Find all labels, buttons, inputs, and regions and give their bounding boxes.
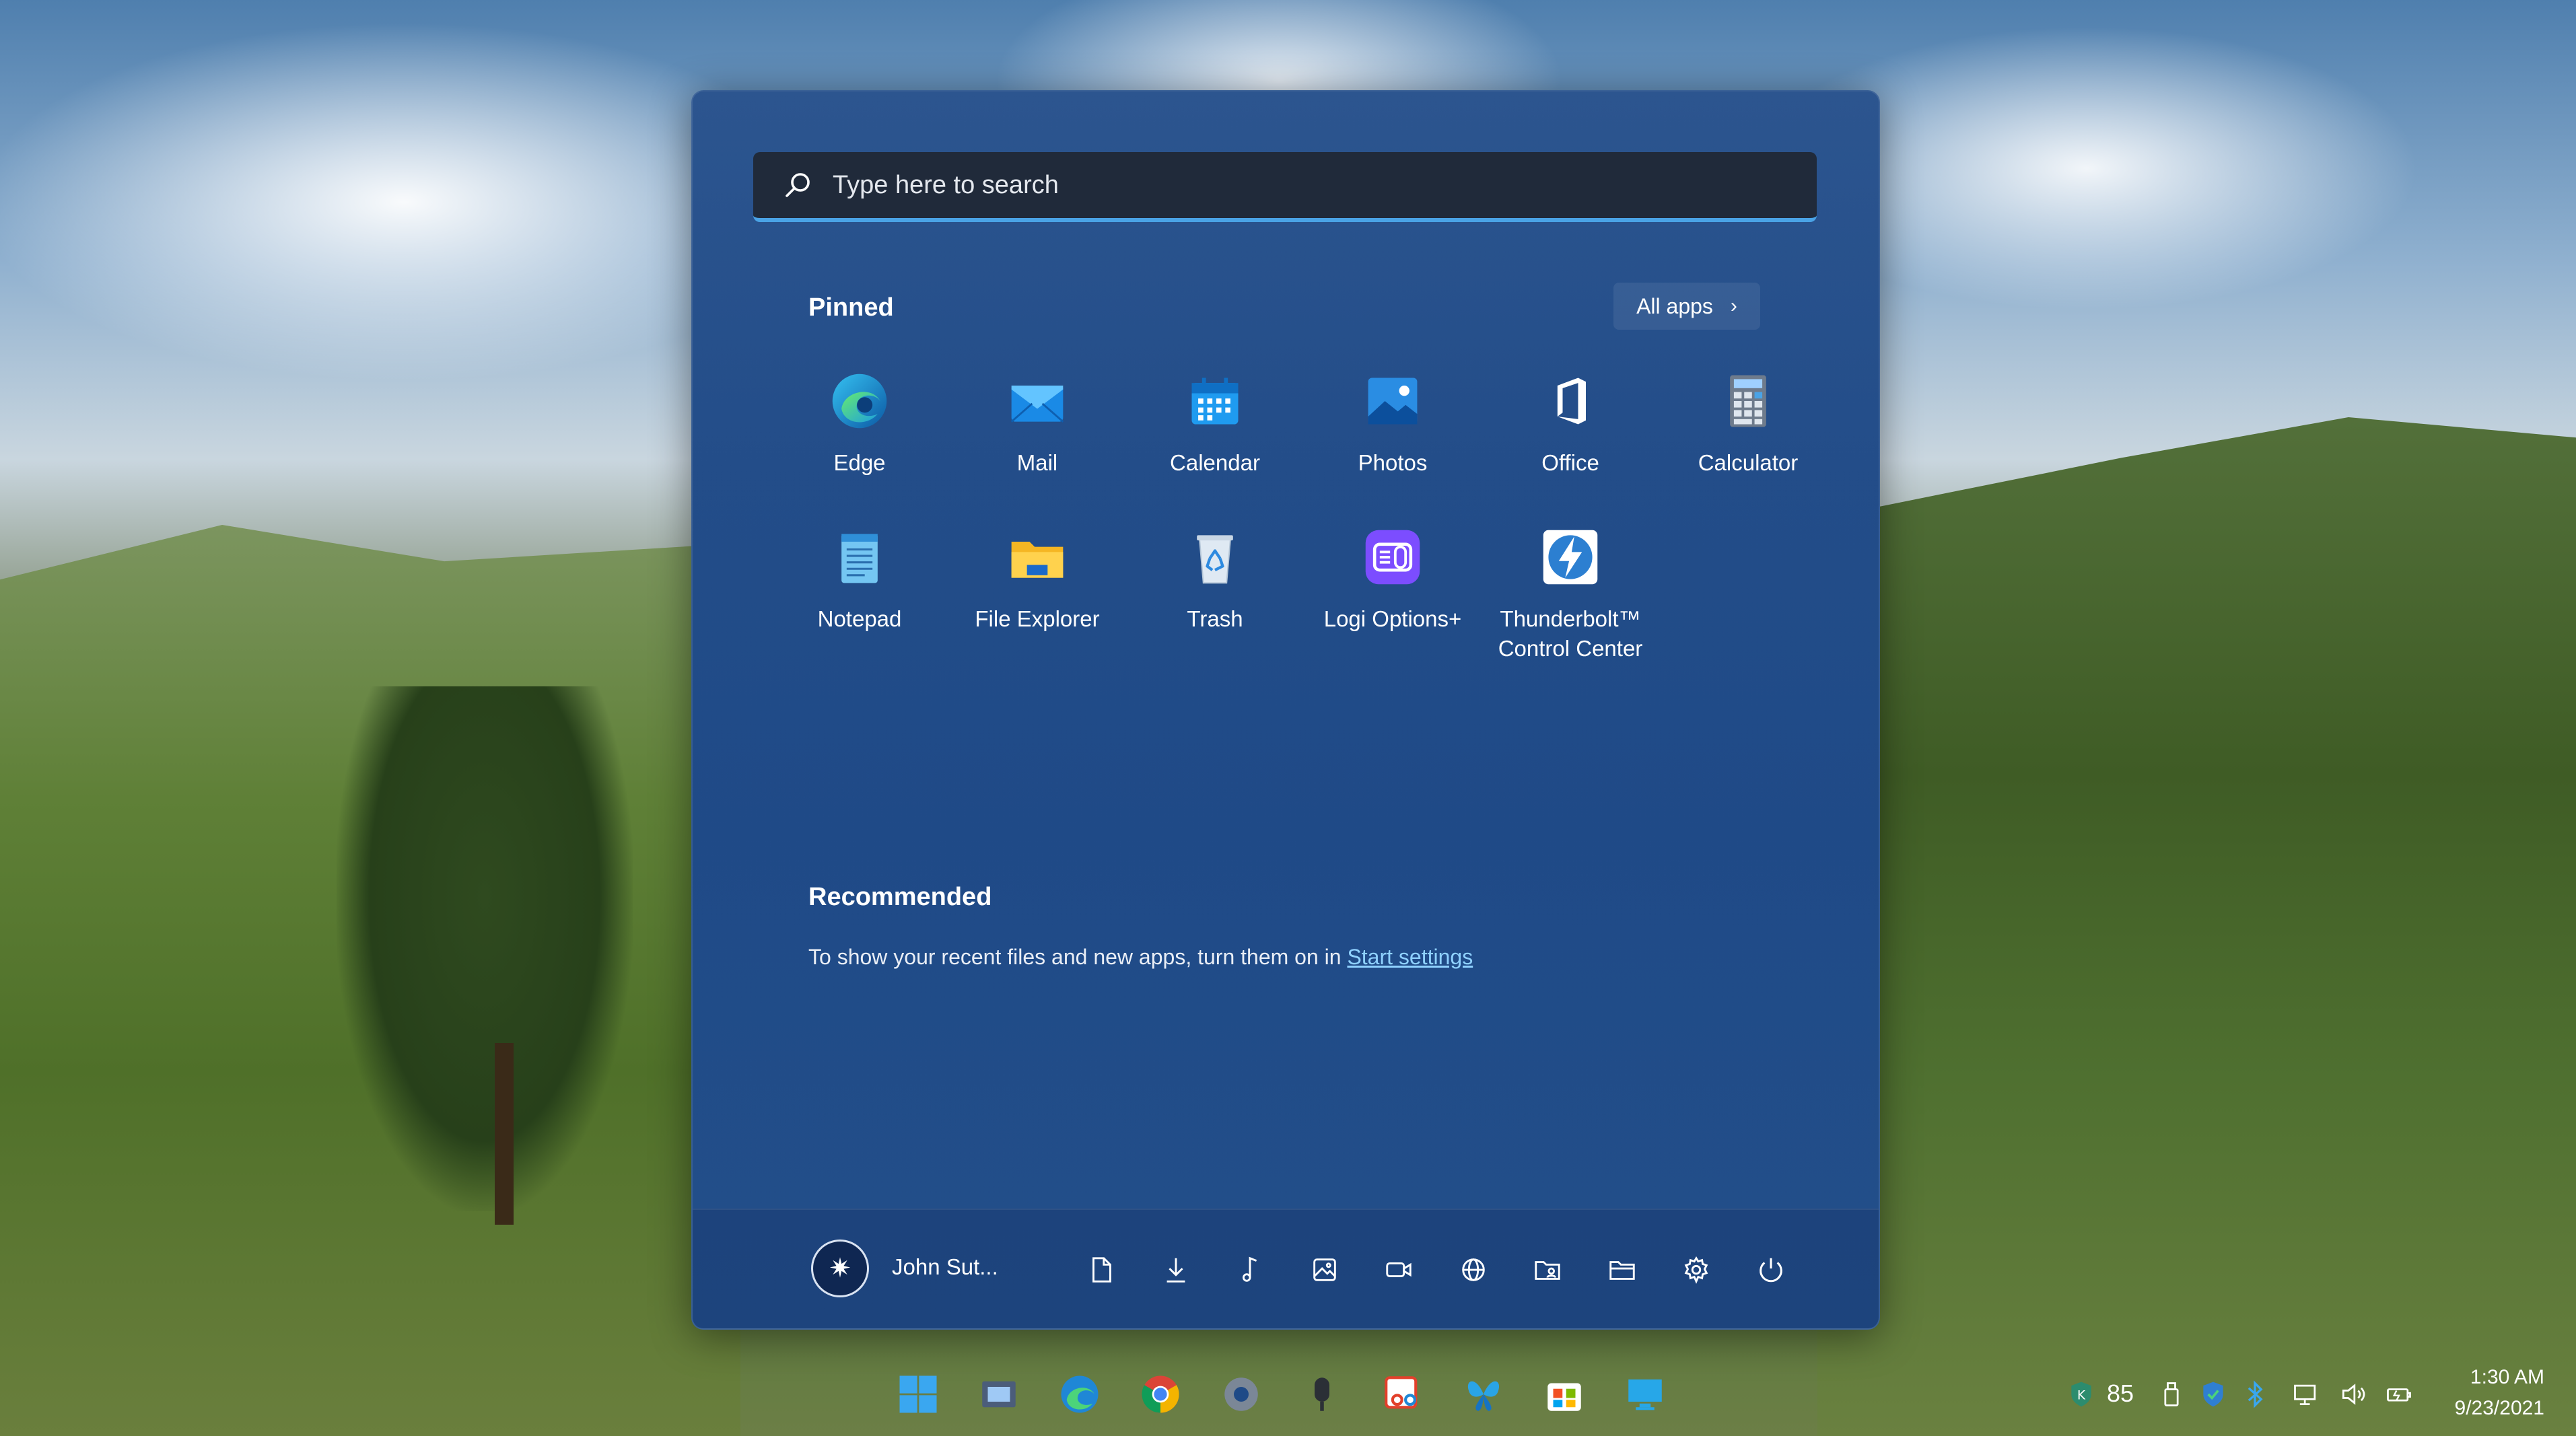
notepad-icon xyxy=(827,525,892,589)
pinned-app-file-explorer[interactable]: File Explorer xyxy=(948,525,1126,673)
photos-icon xyxy=(1360,369,1425,433)
tray-count-text: 85 xyxy=(2107,1379,2134,1407)
app-label: Calendar xyxy=(1170,450,1260,475)
app-label: Calculator xyxy=(1698,450,1799,475)
app-label: Mail xyxy=(1016,450,1058,475)
chevron-right-icon: › xyxy=(1730,295,1737,317)
downloads-icon[interactable] xyxy=(1152,1246,1199,1293)
recommended-title: Recommended xyxy=(808,883,992,911)
pinned-app-trash[interactable]: Trash xyxy=(1126,525,1304,673)
documents-icon[interactable] xyxy=(1078,1246,1125,1293)
folder-icon xyxy=(1005,525,1070,589)
snipping-tool-icon[interactable] xyxy=(1374,1366,1431,1423)
start-icon[interactable] xyxy=(890,1366,946,1423)
start-settings-link[interactable]: Start settings xyxy=(1347,945,1473,969)
app-label: Notepad xyxy=(817,606,902,631)
taskbar xyxy=(0,1354,2576,1436)
volume-icon[interactable] xyxy=(2336,1377,2371,1412)
mail-icon xyxy=(1005,369,1070,433)
pictures-icon[interactable] xyxy=(1301,1246,1348,1293)
app-label: Trash xyxy=(1187,606,1243,631)
microphone-icon[interactable] xyxy=(1294,1366,1350,1423)
clock-time[interactable]: 1:30 AM xyxy=(2450,1366,2544,1389)
pinned-app-calendar[interactable]: Calendar xyxy=(1126,369,1304,517)
butterfly-app-icon[interactable] xyxy=(1455,1366,1512,1423)
settings-icon[interactable] xyxy=(1673,1246,1720,1293)
pinned-app-mail[interactable]: Mail xyxy=(948,369,1126,517)
clock-date[interactable]: 9/23/2021 xyxy=(2437,1397,2544,1420)
search-icon xyxy=(786,173,810,197)
app-label: File Explorer xyxy=(975,606,1100,631)
bluetooth-icon[interactable] xyxy=(2237,1377,2272,1412)
app-label: Thunderbolt™ Control Center xyxy=(1498,606,1643,661)
settings-taskbar-icon[interactable] xyxy=(1213,1366,1269,1423)
pinned-app-photos[interactable]: Photos xyxy=(1304,369,1482,517)
calendar-icon xyxy=(1183,369,1247,433)
pinned-app-office[interactable]: Office xyxy=(1482,369,1659,517)
wallpaper-tree xyxy=(337,686,633,1211)
chrome-icon[interactable] xyxy=(1132,1366,1189,1423)
office-icon xyxy=(1538,369,1603,433)
search-input[interactable] xyxy=(831,170,1709,201)
pinned-app-calculator[interactable]: Calculator xyxy=(1659,369,1837,517)
avatar[interactable]: ✷ xyxy=(811,1240,869,1297)
edge-icon xyxy=(827,369,892,433)
music-icon[interactable] xyxy=(1226,1246,1274,1293)
user-name[interactable]: John Sut... xyxy=(892,1254,998,1280)
pinned-app-edge[interactable]: Edge xyxy=(771,369,948,517)
all-apps-button[interactable]: All apps › xyxy=(1613,283,1760,330)
start-menu: Pinned All apps › Edge xyxy=(691,90,1880,1330)
microsoft-store-icon[interactable] xyxy=(1536,1366,1593,1423)
pinned-title: Pinned xyxy=(808,293,894,322)
edge-taskbar-icon[interactable] xyxy=(1051,1366,1108,1423)
app-label: Photos xyxy=(1358,450,1428,475)
remote-desktop-icon[interactable] xyxy=(1617,1366,1673,1423)
battery-icon[interactable] xyxy=(2381,1377,2416,1412)
pinned-app-notepad[interactable]: Notepad xyxy=(771,525,948,673)
thunderbolt-icon xyxy=(1538,525,1603,589)
antivirus-icon[interactable]: K xyxy=(2064,1377,2099,1412)
security-icon[interactable] xyxy=(2196,1377,2231,1412)
file-explorer-icon[interactable] xyxy=(1599,1246,1646,1293)
power-icon[interactable] xyxy=(1747,1246,1795,1293)
app-label: Edge xyxy=(833,450,886,475)
app-label: Logi Options+ xyxy=(1323,606,1462,631)
logi-options-icon xyxy=(1360,525,1425,589)
recycle-bin-icon xyxy=(1183,525,1247,589)
pinned-app-logi-options[interactable]: Logi Options+ xyxy=(1304,525,1482,673)
task-view-icon[interactable] xyxy=(971,1366,1027,1423)
network-icon[interactable] xyxy=(1450,1246,1497,1293)
videos-icon[interactable] xyxy=(1375,1246,1422,1293)
recommended-text: To show your recent files and new apps, … xyxy=(808,945,1348,969)
app-label: Office xyxy=(1541,450,1599,475)
search-box[interactable] xyxy=(753,152,1817,222)
wallpaper-tree-trunk xyxy=(495,1043,514,1225)
wallpaper-hills-right xyxy=(1817,417,2576,1436)
calculator-icon xyxy=(1716,369,1780,433)
pinned-app-thunderbolt[interactable]: Thunderbolt™ Control Center xyxy=(1482,525,1659,673)
personal-folder-icon[interactable] xyxy=(1524,1246,1571,1293)
recommended-message: To show your recent files and new apps, … xyxy=(808,945,1473,970)
svg-text:K: K xyxy=(2077,1388,2086,1402)
network-tray-icon[interactable] xyxy=(2289,1377,2324,1412)
all-apps-label: All apps xyxy=(1636,293,1713,318)
usb-icon[interactable] xyxy=(2154,1377,2189,1412)
